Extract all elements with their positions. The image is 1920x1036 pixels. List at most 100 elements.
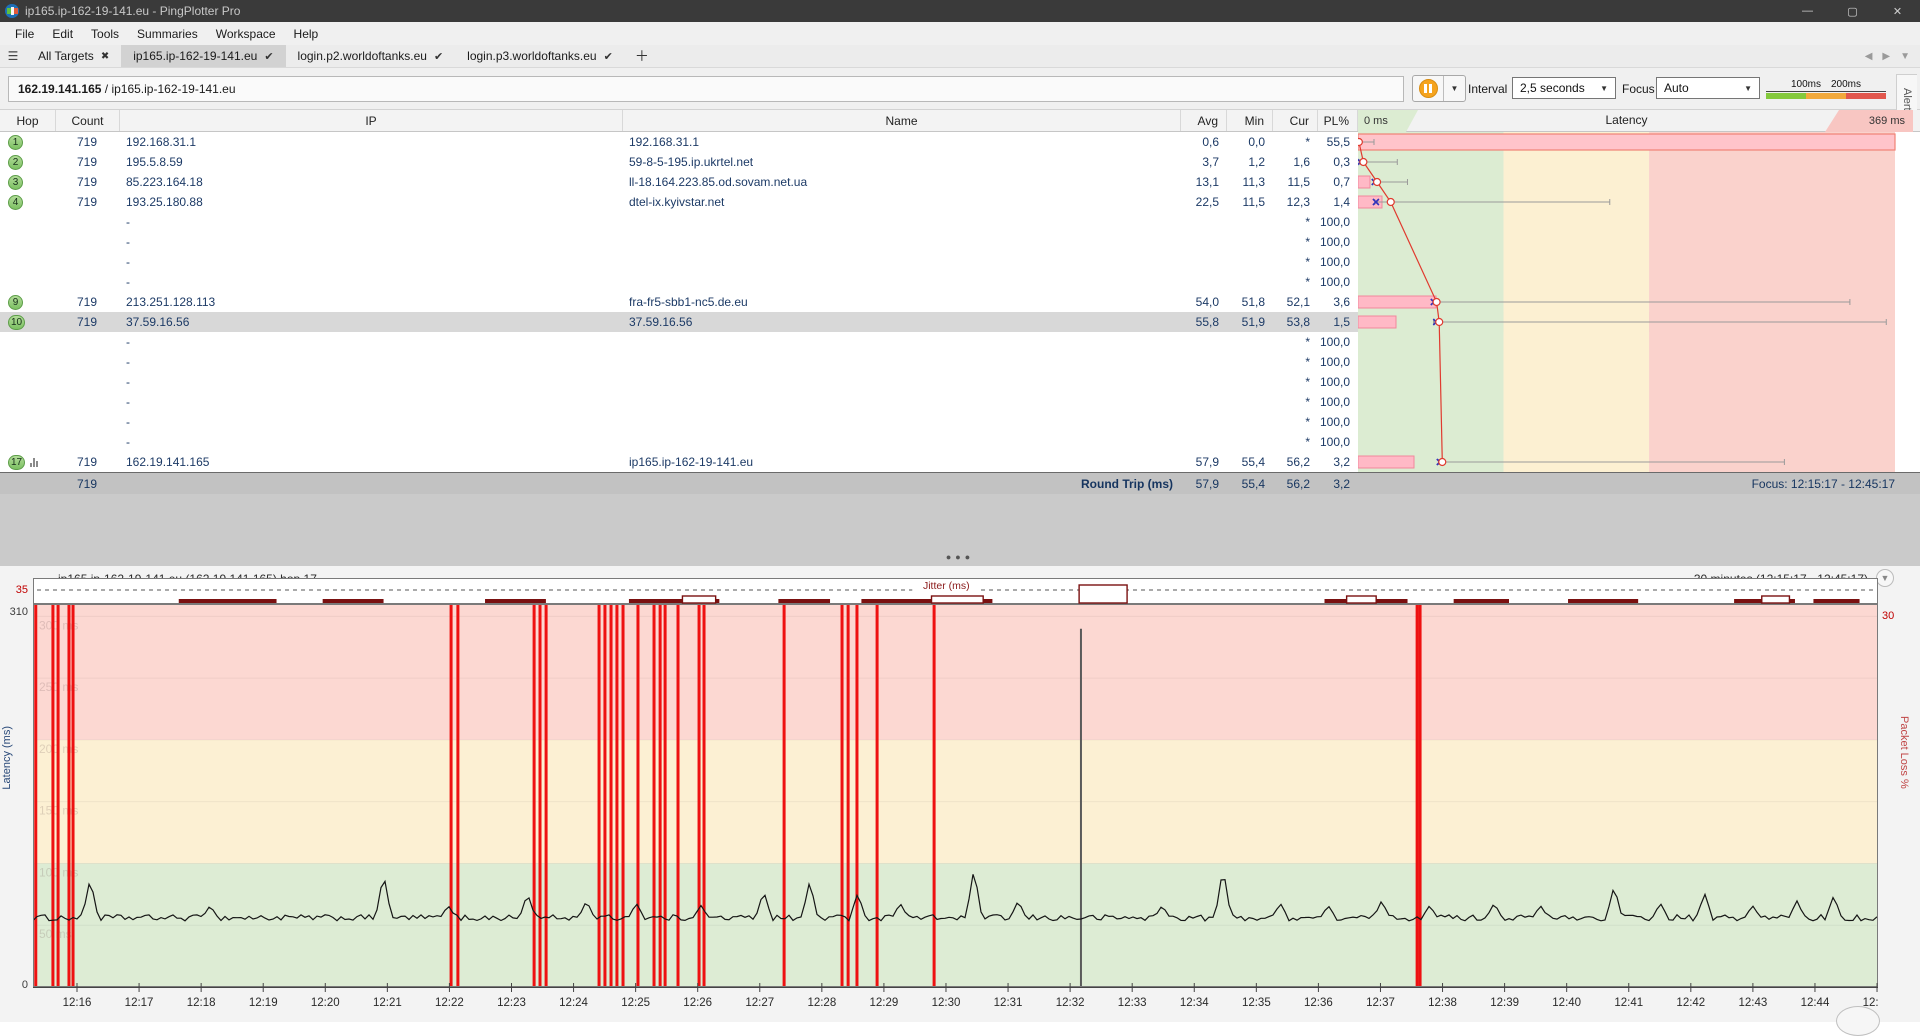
cell-min xyxy=(1227,392,1273,412)
hop-badge: 17 xyxy=(8,455,25,470)
svg-text:12:40: 12:40 xyxy=(1552,997,1581,1009)
menu-item-workspace[interactable]: Workspace xyxy=(207,24,285,44)
svg-text:Jitter (ms): Jitter (ms) xyxy=(923,580,970,592)
panel-splitter[interactable]: ●●● xyxy=(0,494,1920,566)
svg-text:12:22: 12:22 xyxy=(435,997,464,1009)
close-button[interactable]: ✕ xyxy=(1875,0,1920,22)
header-count[interactable]: Count xyxy=(56,110,120,131)
tab-target-1[interactable]: login.p2.worldoftanks.eu✔ xyxy=(286,45,456,67)
tab-scroll-left-icon[interactable]: ◀ xyxy=(1865,51,1873,62)
legend-scale-line xyxy=(1766,91,1886,92)
cell-hostname xyxy=(623,272,1181,292)
cell-hostname xyxy=(623,212,1181,232)
cell-packet-loss: 55,5 xyxy=(1318,132,1358,152)
cell-cur: 52,1 xyxy=(1273,292,1318,312)
cell-min xyxy=(1227,232,1273,252)
pause-dropdown-arrow-icon[interactable]: ▼ xyxy=(1444,76,1465,101)
cell-count xyxy=(56,252,120,272)
pause-split-button[interactable]: ▼ xyxy=(1412,75,1466,102)
cell-ip: - xyxy=(120,392,623,412)
pause-button[interactable] xyxy=(1413,76,1444,101)
cell-hostname: fra-fr5-sbb1-nc5.de.eu xyxy=(623,292,1181,312)
cell-min: 11,5 xyxy=(1227,192,1273,212)
svg-text:12:39: 12:39 xyxy=(1490,997,1519,1009)
svg-text:50 ms: 50 ms xyxy=(39,927,72,941)
focus-select[interactable]: Auto ▼ xyxy=(1656,77,1760,99)
cell-cur: * xyxy=(1273,352,1318,372)
corner-handle[interactable] xyxy=(1836,1006,1880,1036)
menu-item-tools[interactable]: Tools xyxy=(82,24,128,44)
cell-avg: 22,5 xyxy=(1181,192,1227,212)
header-min[interactable]: Min xyxy=(1227,110,1273,131)
header-latency[interactable]: 0 ms Latency 369 ms xyxy=(1358,110,1920,131)
cell-cur: 11,5 xyxy=(1273,172,1318,192)
minimize-button[interactable]: — xyxy=(1785,0,1830,22)
header-ip[interactable]: IP xyxy=(120,110,623,131)
close-icon[interactable]: ✖ xyxy=(101,51,109,62)
round-trip-label: Round Trip (ms) xyxy=(623,473,1181,495)
tab-all-targets[interactable]: All Targets ✖ xyxy=(26,45,121,67)
target-separator: / xyxy=(101,82,111,96)
maximize-button[interactable]: ▢ xyxy=(1830,0,1875,22)
tab-list-dropdown-icon[interactable]: ▼ xyxy=(1900,51,1910,62)
timeline-range-dropdown[interactable]: ▼ xyxy=(1876,569,1894,587)
cell-count: 719 xyxy=(56,132,120,152)
cell-cur: 56,2 xyxy=(1273,452,1318,472)
header-name[interactable]: Name xyxy=(623,110,1181,131)
menu-item-help[interactable]: Help xyxy=(285,24,328,44)
cell-avg: 55,8 xyxy=(1181,312,1227,332)
header-cur[interactable]: Cur xyxy=(1273,110,1318,131)
tab-label: login.p2.worldoftanks.eu xyxy=(298,49,427,63)
cell-min xyxy=(1227,432,1273,452)
cell-cur: 12,3 xyxy=(1273,192,1318,212)
cell-hostname xyxy=(623,352,1181,372)
hop-badge: 4 xyxy=(8,195,23,210)
cell-min: 11,3 xyxy=(1227,172,1273,192)
cell-packet-loss: 100,0 xyxy=(1318,332,1358,352)
menu-item-summaries[interactable]: Summaries xyxy=(128,24,207,44)
interval-select[interactable]: 2,5 seconds ▼ xyxy=(1512,77,1616,99)
svg-text:12:35: 12:35 xyxy=(1242,997,1271,1009)
timeline-chart[interactable]: 300 ms250 ms200 ms150 ms100 ms50 ms12:16… xyxy=(33,604,1878,1022)
cell-min xyxy=(1227,252,1273,272)
jitter-axis-max: 35 xyxy=(8,584,28,596)
cell-count xyxy=(56,432,120,452)
target-address-box[interactable]: 162.19.141.165 / ip165.ip-162-19-141.eu xyxy=(8,76,1404,102)
add-tab-button[interactable]: ＋ xyxy=(625,45,659,67)
menu-item-edit[interactable]: Edit xyxy=(43,24,82,44)
legend-gradient-bar xyxy=(1766,93,1886,99)
svg-text:12:17: 12:17 xyxy=(125,997,154,1009)
tab-target-0[interactable]: ip165.ip-162-19-141.eu✔ xyxy=(121,45,285,67)
header-pl[interactable]: PL% xyxy=(1318,110,1358,131)
hamburger-icon[interactable]: ☰ xyxy=(0,45,26,67)
cell-avg xyxy=(1181,352,1227,372)
header-hop[interactable]: Hop xyxy=(0,110,56,131)
cell-hostname xyxy=(623,372,1181,392)
cell-ip: 37.59.16.56 xyxy=(120,312,623,332)
header-avg[interactable]: Avg xyxy=(1181,110,1227,131)
tab-scroll-right-icon[interactable]: ▶ xyxy=(1882,51,1890,62)
cell-cur: * xyxy=(1273,252,1318,272)
round-trip-count: 719 xyxy=(56,473,120,495)
tab-target-2[interactable]: login.p3.worldoftanks.eu✔ xyxy=(455,45,625,67)
cell-count: 719 xyxy=(56,172,120,192)
cell-min xyxy=(1227,412,1273,432)
cell-cur: * xyxy=(1273,272,1318,292)
svg-text:12:19: 12:19 xyxy=(249,997,278,1009)
menu-item-file[interactable]: File xyxy=(6,24,43,44)
cell-count xyxy=(56,212,120,232)
cell-count: 719 xyxy=(56,452,120,472)
cell-avg xyxy=(1181,272,1227,292)
cell-cur: * xyxy=(1273,412,1318,432)
cell-min: 51,9 xyxy=(1227,312,1273,332)
cell-avg xyxy=(1181,392,1227,412)
splitter-grip-icon[interactable]: ●●● xyxy=(0,552,1920,562)
svg-text:12:30: 12:30 xyxy=(932,997,961,1009)
cell-hostname xyxy=(623,432,1181,452)
interval-label: Interval xyxy=(1468,82,1507,96)
pause-icon xyxy=(1419,79,1438,98)
tab-bar: ☰ All Targets ✖ ip165.ip-162-19-141.eu✔l… xyxy=(0,45,1920,68)
cell-count xyxy=(56,332,120,352)
cell-avg xyxy=(1181,412,1227,432)
cell-count xyxy=(56,392,120,412)
